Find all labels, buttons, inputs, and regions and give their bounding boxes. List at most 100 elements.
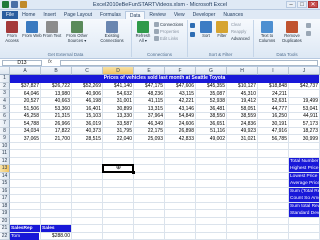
data-cell[interactable]: 51,506 — [10, 106, 39, 114]
sheet-title-cell[interactable]: Prices of vehicles sold last month at Se… — [10, 75, 319, 83]
data-cell[interactable]: 30,191 — [258, 121, 287, 129]
data-cell[interactable]: 35,087 — [196, 91, 225, 99]
select-all-corner[interactable] — [0, 67, 10, 75]
row-header-13[interactable]: 13 — [0, 165, 10, 173]
data-cell[interactable]: 13,330 — [103, 113, 132, 121]
data-cell[interactable]: 34,034 — [10, 128, 39, 136]
row-header-11[interactable]: 11 — [0, 150, 10, 158]
data-cell[interactable]: 25,093 — [134, 136, 163, 144]
data-cell[interactable]: 54,788 — [10, 121, 39, 129]
tab-formulas[interactable]: Formulas — [96, 11, 125, 19]
data-cell[interactable]: $45,355 — [196, 83, 225, 91]
from-text-button[interactable]: From Text — [42, 21, 62, 39]
column-header-j[interactable]: J — [289, 67, 320, 75]
row-header-15[interactable]: 15 — [0, 180, 10, 188]
row-header-7[interactable]: 7 — [0, 120, 10, 128]
row-header-12[interactable]: 12 — [0, 157, 10, 165]
data-cell[interactable]: 15,103 — [72, 113, 101, 121]
data-cell[interactable]: 48,236 — [134, 91, 163, 99]
row-header-16[interactable]: 16 — [0, 187, 10, 195]
data-cell[interactable]: 44,911 — [289, 113, 318, 121]
data-cell[interactable]: 36,481 — [196, 106, 225, 114]
data-cell[interactable]: $26,722 — [41, 83, 70, 91]
data-cell[interactable]: 36,019 — [72, 121, 101, 129]
data-cell[interactable]: 44,777 — [258, 106, 287, 114]
data-cell[interactable]: 53,360 — [41, 106, 70, 114]
data-cell[interactable]: 42,221 — [165, 98, 194, 106]
tab-developer[interactable]: Developer — [189, 11, 220, 19]
data-cell[interactable]: 33,587 — [103, 121, 132, 129]
data-cell[interactable]: 21,700 — [41, 136, 70, 144]
column-header-f[interactable]: F — [165, 67, 196, 75]
data-cell[interactable]: 31,021 — [227, 136, 256, 144]
clear-button[interactable]: Clear — [231, 22, 241, 27]
data-cell[interactable] — [289, 91, 318, 99]
bottom-table-header[interactable]: Sales — [41, 225, 71, 232]
row-header-4[interactable]: 4 — [0, 97, 10, 105]
summary-label-cell[interactable]: Highest Price — [289, 165, 319, 172]
connections-button[interactable]: Connections — [154, 22, 183, 28]
data-cell[interactable]: $47,175 — [134, 83, 163, 91]
summary-label-cell[interactable]: Lowest Price — [289, 172, 319, 180]
data-cell[interactable]: 26,898 — [165, 128, 194, 136]
reapply-button[interactable]: Reapply — [231, 29, 246, 34]
row-header-2[interactable]: 2 — [0, 82, 10, 90]
row-header-10[interactable]: 10 — [0, 142, 10, 150]
tab-insert[interactable]: Insert — [39, 11, 60, 19]
data-cell[interactable]: 40,663 — [41, 98, 70, 106]
existing-connections-button[interactable]: Existing Connections — [96, 21, 128, 43]
data-cell[interactable]: $18,848 — [258, 83, 287, 91]
row-header-17[interactable]: 17 — [0, 195, 10, 203]
minimize-button[interactable]: – — [286, 1, 296, 8]
summary-label-cell[interactable]: Sum (Total Re... — [289, 187, 319, 195]
data-cell[interactable]: 37,964 — [134, 113, 163, 121]
data-cell[interactable]: 16,401 — [72, 106, 101, 114]
refresh-all-button[interactable]: Refresh All ▾ — [133, 21, 153, 43]
data-cell[interactable]: 22,040 — [103, 136, 132, 144]
row-header-6[interactable]: 6 — [0, 112, 10, 120]
data-cell[interactable]: 31,001 — [103, 98, 132, 106]
data-cell[interactable]: $42,737 — [289, 83, 318, 91]
function-icon[interactable]: fx — [48, 59, 52, 65]
data-cell[interactable]: 54,849 — [165, 113, 194, 121]
data-cell[interactable]: 64,046 — [10, 91, 39, 99]
maximize-button[interactable]: □ — [297, 1, 307, 8]
data-cell[interactable]: $47,606 — [165, 83, 194, 91]
data-cell[interactable]: 24,211 — [258, 91, 287, 99]
data-cell[interactable]: 58,051 — [227, 106, 256, 114]
bottom-table-cell[interactable]: Tom — [10, 232, 39, 240]
data-cell[interactable]: 16,250 — [258, 113, 287, 121]
data-cell[interactable]: 40,373 — [72, 128, 101, 136]
data-cell[interactable]: 13,315 — [134, 106, 163, 114]
row-header-9[interactable]: 9 — [0, 135, 10, 143]
summary-label-cell[interactable]: Sum total Rewa... — [289, 202, 319, 210]
data-cell[interactable]: 13,980 — [41, 91, 70, 99]
data-cell[interactable]: 41,115 — [134, 98, 163, 106]
row-header-18[interactable]: 18 — [0, 202, 10, 210]
column-header-a[interactable]: A — [10, 67, 41, 75]
data-cell[interactable]: 45,258 — [10, 113, 39, 121]
column-header-c[interactable]: C — [72, 67, 103, 75]
name-box[interactable]: D13 — [2, 60, 42, 66]
data-cell[interactable]: $41,140 — [103, 83, 132, 91]
formula-input[interactable] — [60, 60, 318, 66]
data-cell[interactable]: 43,115 — [165, 91, 194, 99]
from-other-sources-button[interactable]: From Other Sources ▾ — [62, 21, 92, 43]
summary-label-cell[interactable]: Average Price — [289, 180, 319, 187]
tab-nuances[interactable]: Nuances — [219, 11, 247, 19]
row-header-22[interactable]: 22 — [0, 232, 10, 240]
row-header-21[interactable]: 21 — [0, 225, 10, 233]
sort-a-z-button[interactable] — [190, 23, 196, 29]
column-header-d[interactable]: D — [103, 67, 134, 75]
data-cell[interactable]: 52,631 — [258, 98, 287, 106]
column-header-i[interactable]: I — [258, 67, 289, 75]
summary-label-cell[interactable]: Count So Amou... — [289, 195, 319, 202]
data-cell[interactable]: 57,173 — [289, 121, 318, 129]
data-cell[interactable]: $10,127 — [227, 83, 256, 91]
summary-label-cell[interactable]: Standard Dev... — [289, 210, 319, 217]
data-cell[interactable]: 37,065 — [10, 136, 39, 144]
advanced-button[interactable]: Advanced — [231, 36, 250, 41]
data-cell[interactable]: 19,499 — [289, 98, 318, 106]
filter-button[interactable]: Filter — [214, 21, 230, 39]
properties-button[interactable]: Properties — [154, 29, 179, 35]
